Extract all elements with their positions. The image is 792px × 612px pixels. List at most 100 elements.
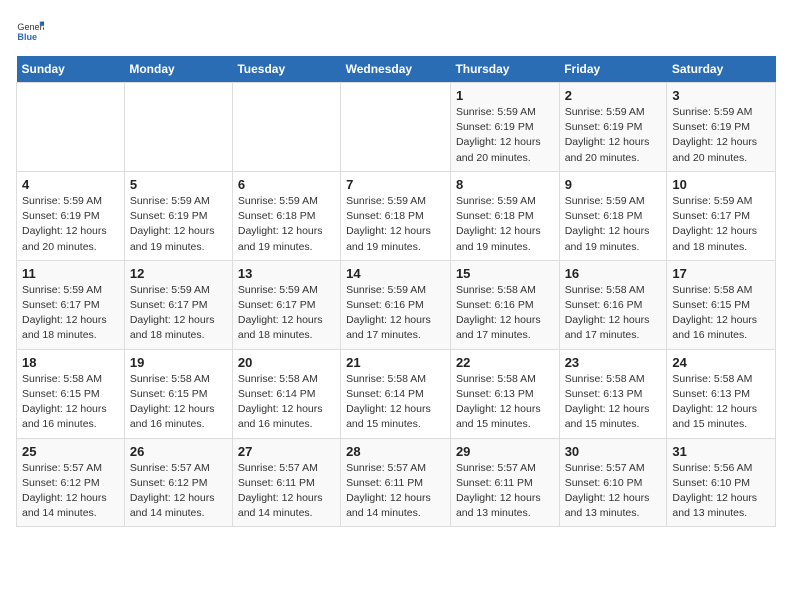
- day-number: 5: [130, 177, 227, 192]
- day-info: Sunrise: 5:59 AMSunset: 6:16 PMDaylight:…: [346, 283, 445, 344]
- calendar-cell: 20Sunrise: 5:58 AMSunset: 6:14 PMDayligh…: [232, 349, 340, 438]
- day-number: 22: [456, 355, 554, 370]
- day-number: 11: [22, 266, 119, 281]
- calendar-table: SundayMondayTuesdayWednesdayThursdayFrid…: [16, 56, 776, 527]
- calendar-cell: [232, 83, 340, 172]
- day-number: 25: [22, 444, 119, 459]
- day-info: Sunrise: 5:57 AMSunset: 6:12 PMDaylight:…: [130, 461, 227, 522]
- day-info: Sunrise: 5:59 AMSunset: 6:19 PMDaylight:…: [672, 105, 770, 166]
- day-info: Sunrise: 5:57 AMSunset: 6:11 PMDaylight:…: [346, 461, 445, 522]
- calendar-cell: 23 Sunrise: 5:58 AMSunset: 6:13 PMDayligh…: [559, 349, 667, 438]
- calendar-cell: 26 Sunrise: 5:57 AMSunset: 6:12 PMDayligh…: [124, 438, 232, 527]
- calendar-week-4: 18 Sunrise: 5:58 AMSunset: 6:15 PMDayligh…: [17, 349, 776, 438]
- day-info: Sunrise: 5:59 AMSunset: 6:17 PMDaylight:…: [672, 194, 770, 255]
- day-info: Sunrise: 5:58 AMSunset: 6:14 PMDaylight:…: [238, 372, 335, 433]
- day-number: 8: [456, 177, 554, 192]
- day-info: Sunrise: 5:59 AMSunset: 6:19 PMDaylight:…: [130, 194, 227, 255]
- day-number: 21: [346, 355, 445, 370]
- calendar-cell: 9 Sunrise: 5:59 AMSunset: 6:18 PMDaylight…: [559, 171, 667, 260]
- day-info: Sunrise: 5:59 AMSunset: 6:17 PMDaylight:…: [238, 283, 335, 344]
- col-header-wednesday: Wednesday: [341, 56, 451, 83]
- day-info: Sunrise: 5:59 AMSunset: 6:19 PMDaylight:…: [456, 105, 554, 166]
- calendar-cell: 10 Sunrise: 5:59 AMSunset: 6:17 PMDayligh…: [667, 171, 776, 260]
- day-info: Sunrise: 5:58 AMSunset: 6:13 PMDaylight:…: [672, 372, 770, 433]
- calendar-cell: 11 Sunrise: 5:59 AMSunset: 6:17 PMDayligh…: [17, 260, 125, 349]
- calendar-cell: 19 Sunrise: 5:58 AMSunset: 6:15 PMDayligh…: [124, 349, 232, 438]
- col-header-thursday: Thursday: [450, 56, 559, 83]
- day-number: 12: [130, 266, 227, 281]
- calendar-cell: 7Sunrise: 5:59 AMSunset: 6:18 PMDaylight…: [341, 171, 451, 260]
- calendar-cell: 18Sunrise: 5:58 AMSunset: 6:15 PMDayligh…: [17, 349, 125, 438]
- calendar-cell: [341, 83, 451, 172]
- col-header-sunday: Sunday: [17, 56, 125, 83]
- day-number: 18: [22, 355, 119, 370]
- day-number: 28: [346, 444, 445, 459]
- calendar-week-3: 11 Sunrise: 5:59 AMSunset: 6:17 PMDayligh…: [17, 260, 776, 349]
- calendar-cell: 16 Sunrise: 5:58 AMSunset: 6:16 PMDayligh…: [559, 260, 667, 349]
- calendar-cell: 5 Sunrise: 5:59 AMSunset: 6:19 PMDaylight…: [124, 171, 232, 260]
- col-header-saturday: Saturday: [667, 56, 776, 83]
- calendar-cell: 24 Sunrise: 5:58 AMSunset: 6:13 PMDayligh…: [667, 349, 776, 438]
- day-info: Sunrise: 5:57 AMSunset: 6:12 PMDaylight:…: [22, 461, 119, 522]
- calendar-cell: 31Sunrise: 5:56 AMSunset: 6:10 PMDayligh…: [667, 438, 776, 527]
- day-info: Sunrise: 5:58 AMSunset: 6:15 PMDaylight:…: [130, 372, 227, 433]
- calendar-cell: 22 Sunrise: 5:58 AMSunset: 6:13 PMDayligh…: [450, 349, 559, 438]
- day-info: Sunrise: 5:59 AMSunset: 6:17 PMDaylight:…: [22, 283, 119, 344]
- day-info: Sunrise: 5:59 AMSunset: 6:18 PMDaylight:…: [456, 194, 554, 255]
- day-number: 27: [238, 444, 335, 459]
- calendar-cell: 3Sunrise: 5:59 AMSunset: 6:19 PMDaylight…: [667, 83, 776, 172]
- calendar-cell: 4 Sunrise: 5:59 AMSunset: 6:19 PMDaylight…: [17, 171, 125, 260]
- day-number: 6: [238, 177, 335, 192]
- calendar-cell: [124, 83, 232, 172]
- calendar-cell: 1 Sunrise: 5:59 AMSunset: 6:19 PMDaylight…: [450, 83, 559, 172]
- calendar-cell: 8 Sunrise: 5:59 AMSunset: 6:18 PMDaylight…: [450, 171, 559, 260]
- day-info: Sunrise: 5:59 AMSunset: 6:18 PMDaylight:…: [565, 194, 662, 255]
- day-number: 29: [456, 444, 554, 459]
- calendar-cell: 17 Sunrise: 5:58 AMSunset: 6:15 PMDayligh…: [667, 260, 776, 349]
- calendar-cell: 21 Sunrise: 5:58 AMSunset: 6:14 PMDayligh…: [341, 349, 451, 438]
- logo-icon: General Blue: [16, 16, 44, 44]
- day-info: Sunrise: 5:58 AMSunset: 6:13 PMDaylight:…: [456, 372, 554, 433]
- day-number: 24: [672, 355, 770, 370]
- day-info: Sunrise: 5:58 AMSunset: 6:14 PMDaylight:…: [346, 372, 445, 433]
- day-info: Sunrise: 5:59 AMSunset: 6:19 PMDaylight:…: [22, 194, 119, 255]
- calendar-cell: 12 Sunrise: 5:59 AMSunset: 6:17 PMDayligh…: [124, 260, 232, 349]
- calendar-week-5: 25 Sunrise: 5:57 AMSunset: 6:12 PMDayligh…: [17, 438, 776, 527]
- day-info: Sunrise: 5:58 AMSunset: 6:13 PMDaylight:…: [565, 372, 662, 433]
- day-info: Sunrise: 5:58 AMSunset: 6:16 PMDaylight:…: [565, 283, 662, 344]
- svg-text:Blue: Blue: [17, 32, 37, 42]
- day-number: 17: [672, 266, 770, 281]
- day-number: 30: [565, 444, 662, 459]
- day-number: 7: [346, 177, 445, 192]
- day-number: 15: [456, 266, 554, 281]
- day-number: 4: [22, 177, 119, 192]
- calendar-cell: 14 Sunrise: 5:59 AMSunset: 6:16 PMDayligh…: [341, 260, 451, 349]
- calendar-cell: 30Sunrise: 5:57 AMSunset: 6:10 PMDayligh…: [559, 438, 667, 527]
- calendar-cell: 6 Sunrise: 5:59 AMSunset: 6:18 PMDaylight…: [232, 171, 340, 260]
- calendar-cell: 2Sunrise: 5:59 AMSunset: 6:19 PMDaylight…: [559, 83, 667, 172]
- calendar-cell: 29 Sunrise: 5:57 AMSunset: 6:11 PMDayligh…: [450, 438, 559, 527]
- day-info: Sunrise: 5:59 AMSunset: 6:19 PMDaylight:…: [565, 105, 662, 166]
- day-number: 26: [130, 444, 227, 459]
- col-header-tuesday: Tuesday: [232, 56, 340, 83]
- day-number: 1: [456, 88, 554, 103]
- day-info: Sunrise: 5:58 AMSunset: 6:15 PMDaylight:…: [672, 283, 770, 344]
- day-info: Sunrise: 5:57 AMSunset: 6:11 PMDaylight:…: [456, 461, 554, 522]
- col-header-friday: Friday: [559, 56, 667, 83]
- day-info: Sunrise: 5:59 AMSunset: 6:17 PMDaylight:…: [130, 283, 227, 344]
- calendar-cell: 28 Sunrise: 5:57 AMSunset: 6:11 PMDayligh…: [341, 438, 451, 527]
- calendar-cell: [17, 83, 125, 172]
- day-number: 14: [346, 266, 445, 281]
- day-number: 23: [565, 355, 662, 370]
- day-number: 19: [130, 355, 227, 370]
- day-number: 16: [565, 266, 662, 281]
- day-number: 10: [672, 177, 770, 192]
- day-info: Sunrise: 5:56 AMSunset: 6:10 PMDaylight:…: [672, 461, 770, 522]
- calendar-week-1: 1 Sunrise: 5:59 AMSunset: 6:19 PMDaylight…: [17, 83, 776, 172]
- logo: General Blue: [16, 16, 44, 44]
- day-number: 9: [565, 177, 662, 192]
- day-info: Sunrise: 5:59 AMSunset: 6:18 PMDaylight:…: [238, 194, 335, 255]
- calendar-cell: 27Sunrise: 5:57 AMSunset: 6:11 PMDayligh…: [232, 438, 340, 527]
- day-info: Sunrise: 5:58 AMSunset: 6:16 PMDaylight:…: [456, 283, 554, 344]
- day-number: 13: [238, 266, 335, 281]
